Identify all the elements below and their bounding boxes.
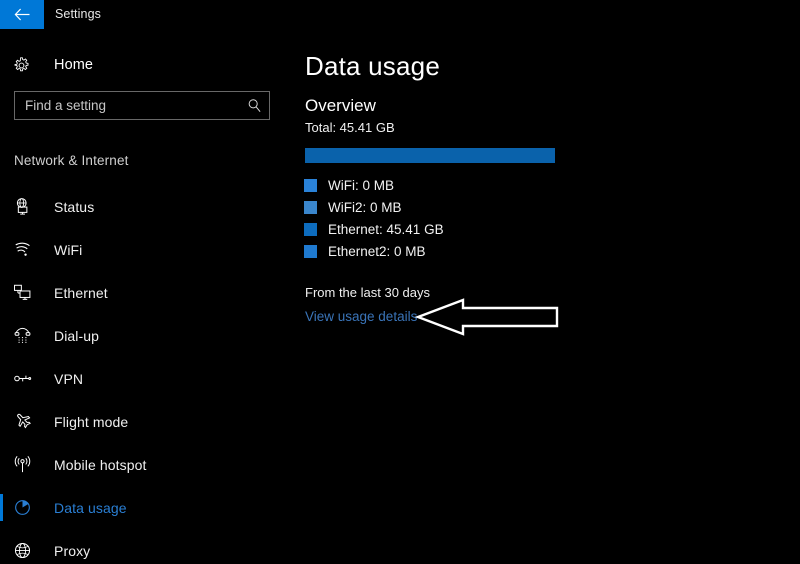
sidebar-item-home-label: Home	[54, 57, 94, 73]
sidebar-item-proxy[interactable]: Proxy	[0, 529, 290, 564]
globe-icon	[13, 541, 49, 560]
selection-accent-bar	[0, 537, 3, 564]
settings-window: Settings Home Network & Internet	[0, 0, 800, 564]
legend-color-swatch	[304, 178, 317, 192]
selection-accent-bar	[0, 408, 3, 435]
sidebar-item-ethernet[interactable]: Ethernet	[0, 271, 290, 314]
back-button[interactable]	[0, 0, 44, 29]
sidebar-item-proxy-label: Proxy	[54, 542, 91, 559]
legend-color-swatch	[304, 222, 317, 236]
period-text: From the last 30 days	[305, 285, 430, 300]
sidebar-item-mobile-hotspot[interactable]: Mobile hotspot	[0, 443, 290, 486]
sidebar-item-wifi[interactable]: WiFi	[0, 228, 290, 271]
sidebar-item-home[interactable]: Home	[0, 50, 290, 80]
sidebar-item-status[interactable]: Status	[0, 185, 290, 228]
arrow-left-icon	[14, 8, 29, 21]
vpn-key-icon	[13, 369, 49, 388]
legend-label: WiFi: 0 MB	[328, 177, 394, 193]
selection-accent-bar	[0, 279, 3, 306]
sidebar-item-flight-mode-label: Flight mode	[54, 413, 129, 430]
sidebar-item-vpn-label: VPN	[54, 370, 84, 387]
search-input[interactable]	[15, 92, 239, 119]
usage-legend: WiFi: 0 MB WiFi2: 0 MB Ethernet: 45.41 GB E…	[304, 174, 634, 262]
page-title: Data usage	[305, 51, 440, 81]
sidebar-section-header: Network & Internet	[14, 153, 129, 168]
sidebar-item-status-label: Status	[54, 198, 95, 215]
sidebar-item-vpn[interactable]: VPN	[0, 357, 290, 400]
window-title: Settings	[55, 7, 101, 21]
ethernet-icon	[13, 283, 49, 302]
sidebar-item-ethernet-label: Ethernet	[54, 284, 108, 301]
selection-accent-bar	[0, 236, 3, 263]
overview-heading: Overview	[305, 96, 376, 115]
dialup-phone-icon	[13, 326, 49, 345]
selection-accent-bar	[0, 193, 3, 220]
sidebar-item-dialup[interactable]: Dial-up	[0, 314, 290, 357]
selection-accent-bar	[0, 365, 3, 392]
selection-accent-bar	[0, 322, 3, 349]
sidebar-item-flight-mode[interactable]: Flight mode	[0, 400, 290, 443]
legend-color-swatch	[304, 244, 317, 258]
title-bar: Settings	[0, 0, 800, 29]
legend-row: Ethernet2: 0 MB	[304, 240, 634, 262]
airplane-icon	[13, 412, 49, 431]
selection-accent-bar	[0, 494, 3, 521]
legend-label: Ethernet: 45.41 GB	[328, 221, 444, 237]
main-content: Data usage Overview Total: 45.41 GB WiFi…	[290, 29, 800, 564]
view-usage-details-link[interactable]: View usage details	[305, 309, 417, 324]
selection-accent-bar	[0, 451, 3, 478]
usage-bar-segment	[305, 148, 555, 163]
wifi-icon	[13, 240, 49, 259]
search-box[interactable]	[14, 91, 270, 120]
hotspot-broadcast-icon	[13, 455, 49, 474]
total-usage-text: Total: 45.41 GB	[305, 120, 395, 135]
pie-chart-icon	[13, 498, 49, 517]
legend-label: WiFi2: 0 MB	[328, 199, 402, 215]
sidebar-item-data-usage-label: Data usage	[54, 499, 127, 516]
sidebar-item-mobile-hotspot-label: Mobile hotspot	[54, 456, 147, 473]
legend-row: WiFi: 0 MB	[304, 174, 634, 196]
globe-monitor-icon	[13, 197, 49, 216]
search-icon[interactable]	[239, 92, 269, 119]
legend-row: WiFi2: 0 MB	[304, 196, 634, 218]
legend-row: Ethernet: 45.41 GB	[304, 218, 634, 240]
usage-bar	[305, 148, 555, 163]
legend-color-swatch	[304, 200, 317, 214]
legend-label: Ethernet2: 0 MB	[328, 243, 426, 259]
gear-icon	[13, 56, 49, 74]
sidebar: Home Network & Internet	[0, 29, 290, 564]
sidebar-item-data-usage[interactable]: Data usage	[0, 486, 290, 529]
sidebar-item-dialup-label: Dial-up	[54, 327, 100, 344]
sidebar-nav-list: Status WiFi Ethernet Dial-up VPN Flight …	[0, 185, 290, 564]
sidebar-item-wifi-label: WiFi	[54, 241, 83, 258]
